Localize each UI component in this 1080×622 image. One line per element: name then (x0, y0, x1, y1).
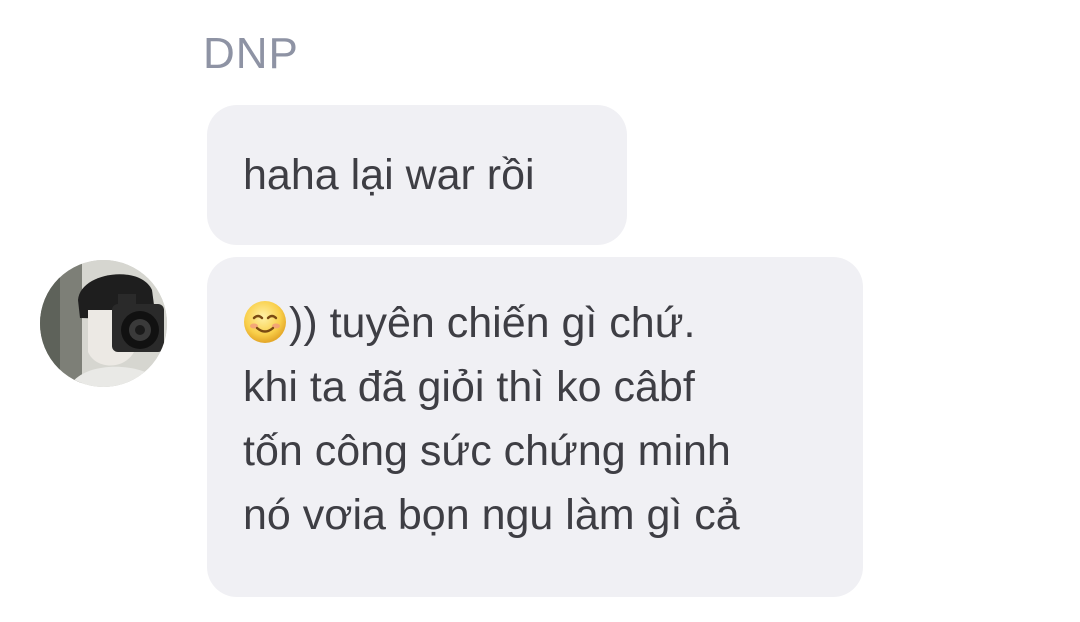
message-text: tốn công sức chứng minh (243, 427, 731, 475)
message-text: nó vơia bọn ngu làm gì cả (243, 491, 740, 539)
smiling-face-icon (244, 301, 286, 343)
message-text: khi ta đã giỏi thì ko câbf (243, 363, 695, 411)
message-bubble[interactable]: haha lại war rồi (207, 105, 627, 245)
message-line: )) tuyên chiến gì chứ. (243, 291, 827, 355)
message-text: haha lại war rồi (243, 151, 535, 199)
sender-name: DNP (203, 29, 299, 78)
message-text: )) tuyên chiến gì chứ. (289, 299, 696, 347)
avatar[interactable] (40, 260, 167, 387)
message-bubble[interactable]: )) tuyên chiến gì chứ. khi ta đã giỏi th… (207, 257, 863, 597)
avatar-photo (40, 260, 167, 387)
